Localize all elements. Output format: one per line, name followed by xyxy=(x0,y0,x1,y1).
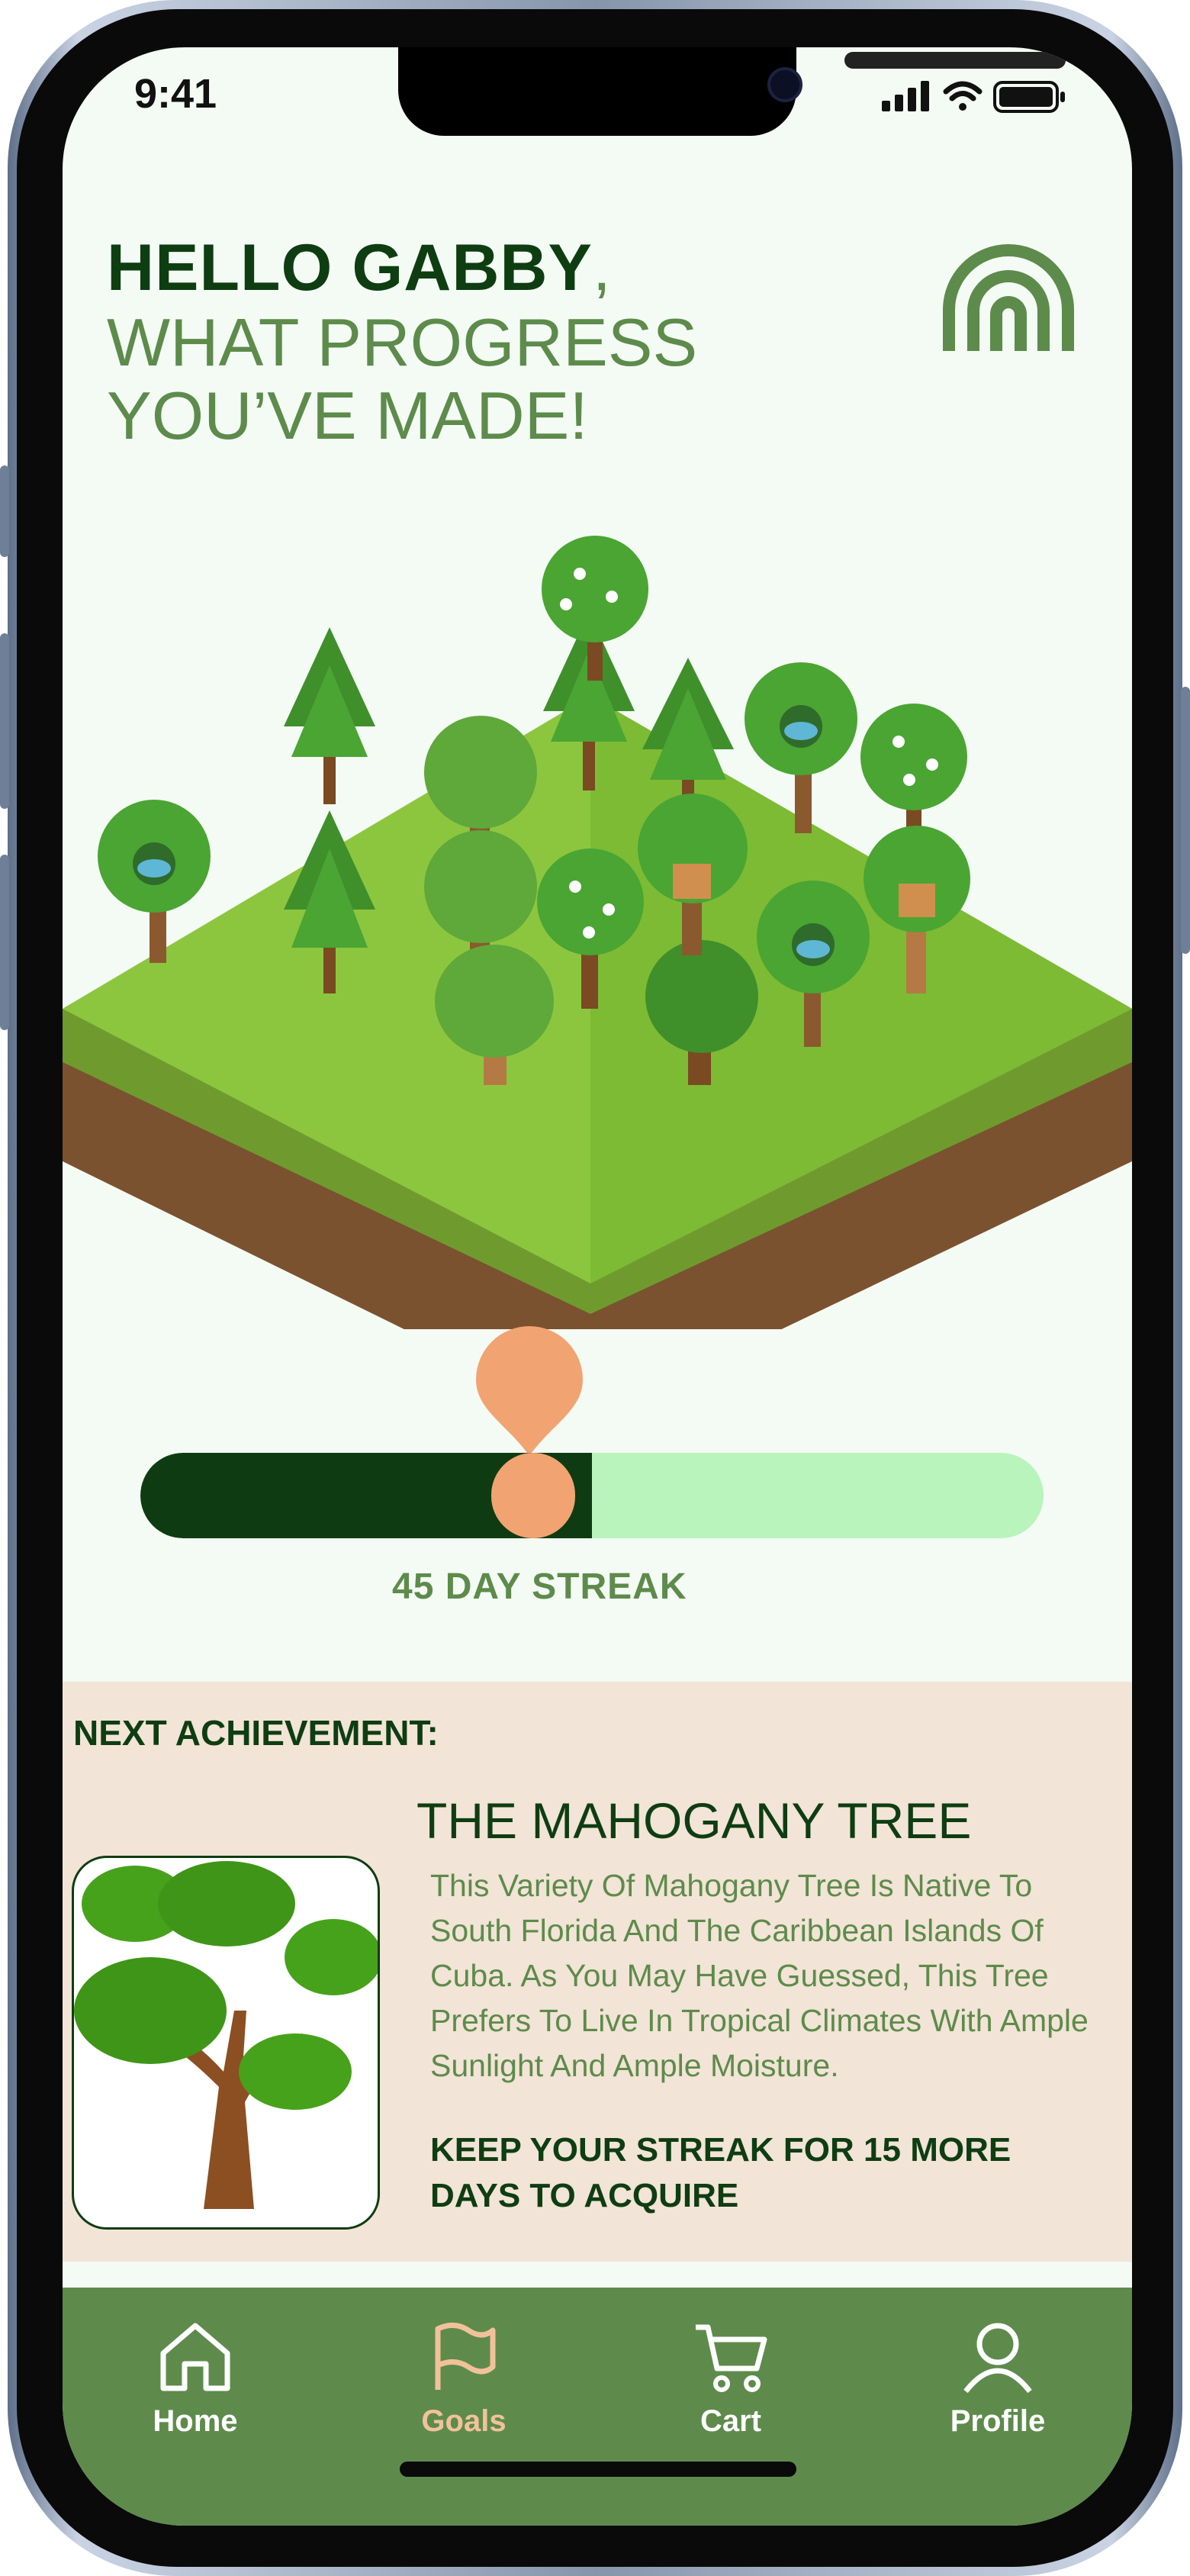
next-achievement-card[interactable]: NEXT ACHIEVEMENT: THE MAHOGANY TREE This… xyxy=(63,1682,1132,2262)
home-indicator[interactable] xyxy=(400,2462,796,2477)
mahogany-tree-icon xyxy=(74,1861,378,2209)
nav-label-cart: Cart xyxy=(700,2404,762,2438)
notch xyxy=(398,47,1066,136)
achievement-heading: NEXT ACHIEVEMENT: xyxy=(73,1713,439,1753)
cart-icon xyxy=(696,2324,767,2392)
greeting-punctuation: , xyxy=(592,231,611,304)
flower-tree xyxy=(542,536,648,681)
nav-label-home: Home xyxy=(153,2404,238,2438)
rainbow-logo[interactable] xyxy=(941,244,1076,351)
signal-icon xyxy=(882,81,929,111)
greeting-name: HELLO GABBY xyxy=(107,231,593,304)
mahogany-tree-image xyxy=(72,1856,380,2230)
nav-label-profile: Profile xyxy=(950,2404,1046,2438)
speaker xyxy=(844,52,1066,69)
nav-label-goals: Goals xyxy=(421,2404,507,2438)
nav-item-home[interactable]: Home xyxy=(111,2320,279,2439)
power-button xyxy=(1181,687,1190,954)
nav-item-profile[interactable]: Profile xyxy=(914,2320,1082,2439)
wifi-icon xyxy=(943,81,983,111)
achievement-title: THE MAHOGANY TREE xyxy=(416,1792,972,1849)
streak-label-text: 45 DAY STREAK xyxy=(392,1567,687,1607)
achievement-description: This Variety Of Mahogany Tree Is Native … xyxy=(430,1868,1089,2083)
greeting-line-1: WHAT PROGRESS xyxy=(107,304,698,380)
app-screen: 9:41 HELLO GABBY, WHAT PROGRESS YOU’VE M… xyxy=(63,47,1132,2526)
greeting: HELLO GABBY, WHAT PROGRESS YOU’VE MADE! xyxy=(107,230,697,452)
status-icons xyxy=(882,78,1073,120)
progress-pin-icon xyxy=(476,1326,583,1456)
mute-switch xyxy=(0,465,9,557)
front-camera xyxy=(767,67,802,102)
streak-progress-knob xyxy=(491,1453,575,1538)
flag-icon xyxy=(435,2323,496,2390)
greeting-line-2: YOU’VE MADE! xyxy=(107,378,588,453)
status-time: 9:41 xyxy=(134,71,217,117)
streak-progress-track xyxy=(140,1453,1044,1538)
volume-down-button xyxy=(0,855,9,1030)
bottom-nav: Home Goals Cart Profile xyxy=(63,2288,1132,2526)
achievement-cta: KEEP YOUR STREAK FOR 15 MORE DAYS TO ACQ… xyxy=(430,2131,1011,2214)
pine-tree xyxy=(284,627,375,804)
profile-icon xyxy=(963,2323,1032,2394)
nav-item-cart[interactable]: Cart xyxy=(647,2320,815,2439)
forest-illustration xyxy=(63,536,1132,1329)
nav-item-goals[interactable]: Goals xyxy=(380,2320,548,2439)
volume-up-button xyxy=(0,633,9,809)
home-icon xyxy=(160,2323,230,2391)
battery-icon xyxy=(993,81,1065,113)
phone-mockup: 9:41 HELLO GABBY, WHAT PROGRESS YOU’VE M… xyxy=(0,0,1190,2576)
